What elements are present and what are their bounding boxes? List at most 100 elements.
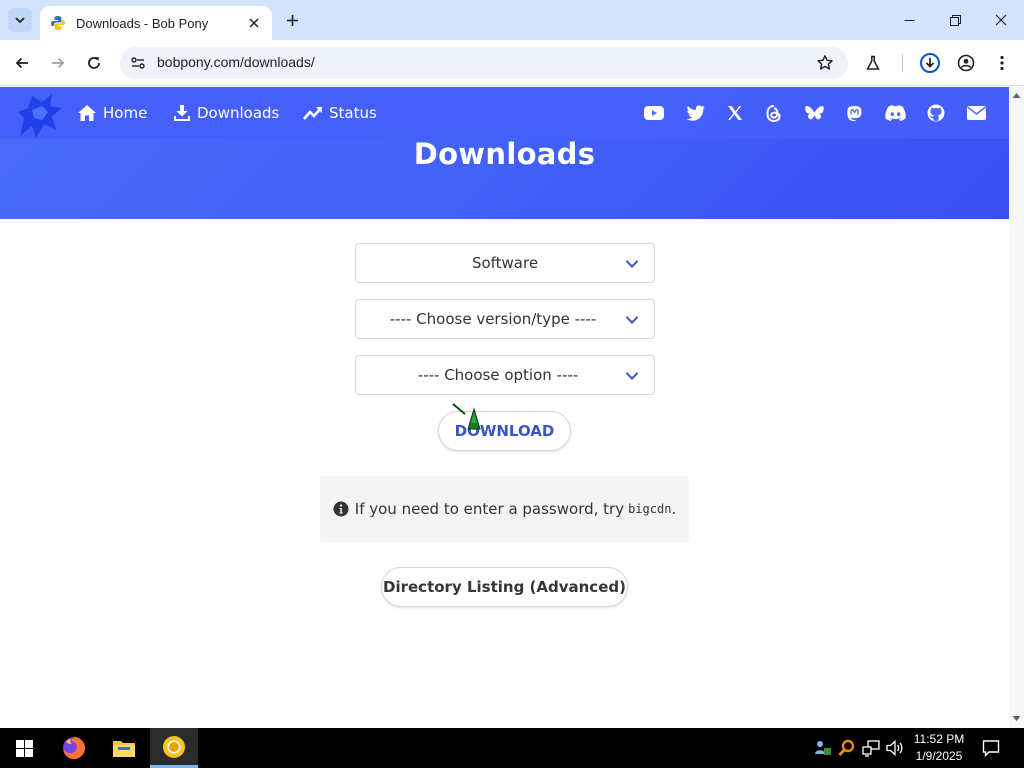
info-circle-icon <box>333 501 349 517</box>
youtube-link[interactable] <box>643 103 665 123</box>
site-settings-icon[interactable] <box>130 55 146 71</box>
tray-search-icon[interactable] <box>838 739 856 757</box>
tab-title: Downloads - Bob Pony <box>76 15 209 31</box>
close-tab-icon[interactable] <box>246 15 262 31</box>
menu-button[interactable] <box>990 51 1014 75</box>
windows-start-icon <box>15 739 33 757</box>
restore-icon <box>949 14 961 26</box>
nav-downloads-label: Downloads <box>197 104 280 122</box>
labs-button[interactable] <box>861 51 885 75</box>
start-button[interactable] <box>0 728 48 768</box>
chevron-down-icon <box>625 372 639 380</box>
nav-home[interactable]: Home <box>77 102 147 124</box>
github-icon <box>927 104 945 122</box>
password-notice: If you need to enter a password, try big… <box>320 476 689 542</box>
notification-center-icon[interactable] <box>982 739 1000 757</box>
github-link[interactable] <box>925 103 947 123</box>
bookmark-star-icon[interactable] <box>816 54 834 72</box>
plus-icon <box>286 14 298 26</box>
youtube-icon <box>644 106 664 120</box>
option-select[interactable]: ---- Choose option ---- <box>355 355 655 395</box>
trend-icon <box>303 107 322 120</box>
clock-date: 1/9/2025 <box>915 749 963 763</box>
page-title: Downloads <box>413 137 596 171</box>
chevron-down-icon <box>15 17 25 24</box>
downloads-button[interactable] <box>918 51 942 75</box>
threads-link[interactable] <box>763 103 785 123</box>
forward-button[interactable] <box>46 51 70 75</box>
email-icon <box>966 106 986 120</box>
profile-button[interactable] <box>954 51 978 75</box>
nav-status-label: Status <box>329 104 377 122</box>
taskbar-firefox[interactable] <box>50 728 98 768</box>
arrow-right-icon <box>52 57 65 69</box>
tray-network-icon[interactable] <box>862 739 880 757</box>
scroll-up-icon[interactable] <box>1012 91 1021 100</box>
restore-button[interactable] <box>932 0 978 40</box>
site-navbar: Home Downloads Status <box>0 87 1009 139</box>
download-progress-icon <box>920 53 940 73</box>
page-scrollbar[interactable] <box>1009 87 1024 728</box>
reload-button[interactable] <box>82 51 106 75</box>
nav-downloads[interactable]: Downloads <box>173 102 279 124</box>
notice-suffix: . <box>671 500 677 518</box>
twitter-link[interactable] <box>684 103 706 123</box>
version-select[interactable]: ---- Choose version/type ---- <box>355 299 655 339</box>
chevron-down-icon <box>625 260 639 268</box>
toolbar-divider <box>902 54 903 72</box>
chevron-down-icon <box>625 316 639 324</box>
category-select-value: Software <box>471 254 539 272</box>
taskbar-clock[interactable]: 11:52 PM 1/9/2025 <box>908 731 970 765</box>
taskbar-file-explorer[interactable] <box>100 728 148 768</box>
firefox-icon <box>63 737 85 759</box>
x-icon <box>728 106 742 120</box>
minimize-button[interactable] <box>886 0 932 40</box>
new-tab-button[interactable] <box>282 10 302 30</box>
account-icon <box>957 54 975 72</box>
directory-listing-button[interactable]: Directory Listing (Advanced) <box>381 567 628 607</box>
bluesky-link[interactable] <box>803 103 825 123</box>
minimize-icon <box>904 19 914 21</box>
tray-network-user-icon[interactable] <box>814 739 832 757</box>
nav-status[interactable]: Status <box>303 102 377 124</box>
address-bar[interactable]: bobpony.com/downloads/ <box>120 47 848 79</box>
python-logo-icon <box>51 16 65 30</box>
browser-tab-active[interactable]: Downloads - Bob Pony <box>40 6 272 40</box>
file-explorer-icon <box>113 741 135 757</box>
clock-time: 11:52 PM <box>913 732 965 746</box>
windows-taskbar: 11:52 PM 1/9/2025 <box>0 728 1024 768</box>
chrome-icon <box>163 735 185 758</box>
notice-text: If you need to enter a password, try <box>354 500 625 518</box>
page-viewport: Downloads Home Downloads Status Software… <box>0 87 1009 728</box>
category-select[interactable]: Software <box>355 243 655 283</box>
twitter-icon <box>686 105 704 121</box>
taskbar-chrome[interactable] <box>150 728 198 768</box>
close-window-button[interactable] <box>978 0 1024 40</box>
notice-password-code: bigcdn <box>628 502 672 516</box>
tray-volume-icon[interactable] <box>886 739 904 757</box>
browser-tab-strip: Downloads - Bob Pony <box>0 0 1024 40</box>
tab-search-button[interactable] <box>8 8 32 32</box>
reload-icon <box>88 57 100 69</box>
mastodon-icon <box>846 105 861 121</box>
back-button[interactable] <box>10 51 34 75</box>
threads-icon <box>766 104 781 122</box>
url-text: bobpony.com/downloads/ <box>157 54 315 70</box>
mastodon-link[interactable] <box>843 103 865 123</box>
discord-link[interactable] <box>884 103 906 123</box>
download-icon <box>174 105 190 121</box>
x-link[interactable] <box>724 103 746 123</box>
arrow-left-icon <box>15 57 28 69</box>
scroll-down-icon[interactable] <box>1012 714 1021 723</box>
close-icon <box>995 14 1007 26</box>
email-link[interactable] <box>965 103 987 123</box>
bob-pony-logo-icon[interactable] <box>12 90 66 140</box>
flask-icon <box>866 55 880 70</box>
kebab-menu-icon <box>1000 55 1004 71</box>
option-select-value: ---- Choose option ---- <box>417 366 579 384</box>
version-select-value: ---- Choose version/type ---- <box>389 310 597 328</box>
home-icon <box>78 105 96 121</box>
nav-home-label: Home <box>103 104 148 122</box>
bluesky-icon <box>804 105 824 119</box>
discord-icon <box>884 105 906 121</box>
